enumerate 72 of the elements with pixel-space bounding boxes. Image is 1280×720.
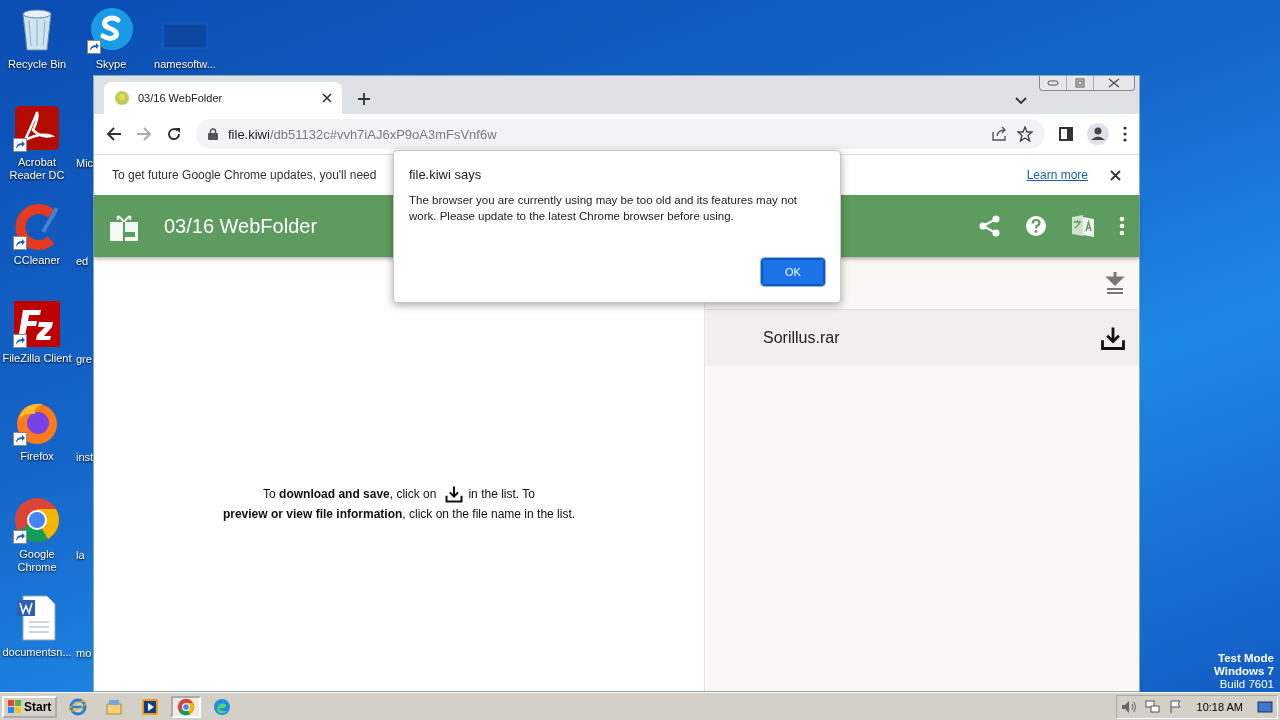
download-icon <box>444 484 465 504</box>
share-icon[interactable] <box>979 215 1001 237</box>
close-icon[interactable] <box>1110 169 1121 181</box>
folder-icon <box>105 697 124 716</box>
test-mode-text: Build 7601 <box>1219 678 1274 691</box>
browser-tab[interactable]: 03/16 WebFolder <box>104 82 342 114</box>
reload-icon[interactable] <box>166 126 182 142</box>
chrome-icon[interactable] <box>13 496 61 544</box>
close-icon[interactable] <box>322 93 332 103</box>
chrome-icon <box>177 697 196 716</box>
desktop-icon-label[interactable]: gre <box>76 353 92 365</box>
speaker-icon[interactable] <box>1120 699 1137 714</box>
desktop-icon-label[interactable]: Google Chrome <box>0 548 74 574</box>
side-panel-icon[interactable] <box>1059 127 1073 141</box>
profile-icon[interactable] <box>1087 123 1109 145</box>
start-button[interactable]: Start <box>2 695 58 718</box>
app-title: 03/16 WebFolder <box>164 214 318 238</box>
ok-button[interactable]: OK <box>761 258 825 286</box>
file-row[interactable]: Sorillus.rar <box>705 309 1139 366</box>
test-mode-text: Windows 7 <box>1214 665 1274 678</box>
network-icon[interactable] <box>1144 699 1161 714</box>
instruction-text: in the list. To <box>468 486 535 503</box>
desktop-icon-label[interactable]: ed <box>76 255 89 267</box>
learn-more-link[interactable]: Learn more <box>1026 168 1088 182</box>
internet-explorer-icon <box>69 697 88 716</box>
desktop-icon-label[interactable]: documentsn... <box>2 646 72 659</box>
desktop-icon-label[interactable]: inst <box>76 451 94 463</box>
dialog-title: file.kiwi says <box>409 167 483 182</box>
ccleaner-icon[interactable] <box>13 202 61 250</box>
edge-icon <box>213 697 232 716</box>
favicon-icon <box>114 90 130 106</box>
test-mode-text: Test Mode <box>1218 652 1274 665</box>
flag-icon[interactable] <box>1168 699 1183 714</box>
share-icon[interactable] <box>991 126 1007 142</box>
desktop-icon-label[interactable]: Firefox <box>20 450 54 463</box>
filezilla-icon[interactable] <box>13 300 61 348</box>
download-all-button[interactable] <box>1105 271 1125 295</box>
acrobat-icon[interactable] <box>13 104 61 152</box>
translate-icon[interactable] <box>1071 214 1095 238</box>
desktop-icon-label[interactable]: Acrobat Reader DC <box>0 156 74 182</box>
desktop-icon-label[interactable]: FileZilla Client <box>2 352 72 365</box>
desktop-icon-label[interactable]: Recycle Bin <box>7 58 67 71</box>
instruction-text: To download and save, click on <box>263 486 437 503</box>
file-name[interactable]: Sorillus.rar <box>763 329 1099 347</box>
desktop-icon-label[interactable]: Mic <box>76 157 94 169</box>
star-icon[interactable] <box>1017 126 1033 142</box>
media-player-icon <box>141 697 160 716</box>
instruction-text: preview or view file information, click on the file name in the list. <box>222 506 576 523</box>
update-notice-text: To get future Google Chrome updates, you'll need <box>112 168 377 182</box>
more-options-icon[interactable] <box>1119 216 1125 236</box>
tab-title: 03/16 WebFolder <box>138 92 224 104</box>
new-tab-icon[interactable] <box>358 93 370 105</box>
address-bar[interactable]: file.kiwi/db51132c#vvh7iAJ6xP9oA3mFsVnf6w <box>196 119 1045 149</box>
desktop-icon-label[interactable]: la <box>76 549 85 561</box>
url-text: file.kiwi/db51132c#vvh7iAJ6xP9oA3mFsVnf6w <box>228 126 498 142</box>
clock-text[interactable]: 10:18 AM <box>1196 700 1243 713</box>
desktop-icon-label[interactable]: Skype <box>95 58 127 71</box>
show-desktop-icon[interactable] <box>1257 700 1273 713</box>
maximize-icon[interactable] <box>1075 78 1085 88</box>
taskbar-app-button[interactable] <box>171 695 202 718</box>
minimize-icon[interactable] <box>1047 80 1059 86</box>
help-icon[interactable] <box>1025 215 1047 237</box>
desktop-icon-label[interactable]: namesoftw... <box>154 58 216 71</box>
menu-icon[interactable] <box>1123 126 1127 142</box>
windows-logo-icon <box>8 699 22 714</box>
desktop-icon-label[interactable]: CCleaner <box>13 254 61 267</box>
chevron-down-icon[interactable] <box>1015 97 1027 105</box>
dialog-message: The browser you are currently using may be too old and its features may not work. Please update to the latest Chrome browser before using. <box>409 193 798 224</box>
back-arrow-icon[interactable] <box>106 126 122 142</box>
close-icon[interactable] <box>1108 78 1120 88</box>
desktop-icon-label[interactable]: mo <box>76 647 92 659</box>
lock-icon <box>208 128 218 140</box>
